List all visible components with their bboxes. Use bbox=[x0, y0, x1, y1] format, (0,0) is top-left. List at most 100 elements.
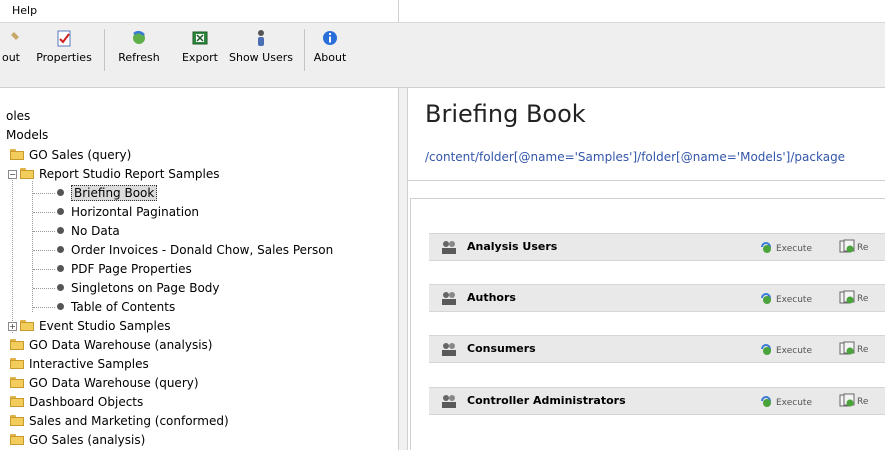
menu-help[interactable]: Help bbox=[12, 4, 37, 17]
folder-open-icon bbox=[20, 168, 35, 179]
tree-item-go-sales-analysis[interactable]: GO Sales (analysis) bbox=[10, 432, 145, 449]
tree-item-interactive-samples[interactable]: Interactive Samples bbox=[10, 356, 149, 373]
role-row[interactable]: Controller Administrators Execute Re bbox=[429, 387, 885, 415]
tree-label: PDF Page Properties bbox=[71, 262, 192, 276]
report-icon bbox=[839, 393, 855, 407]
tree-connector bbox=[12, 173, 13, 333]
folder-icon bbox=[10, 396, 25, 407]
tree-item-report[interactable]: Table of Contents bbox=[33, 299, 175, 316]
role-row[interactable]: Consumers Execute Re bbox=[429, 335, 885, 363]
refresh-icon bbox=[133, 31, 145, 44]
toolbar-partial-button[interactable]: out bbox=[0, 29, 26, 64]
collapse-icon[interactable]: − bbox=[8, 170, 17, 179]
tree-item-models[interactable]: Models bbox=[6, 127, 48, 144]
report-icon bbox=[839, 290, 855, 304]
role-row[interactable]: Authors Execute Re bbox=[429, 284, 885, 312]
execute-icon bbox=[761, 344, 771, 355]
tree-item-go-sales-query[interactable]: GO Sales (query) bbox=[10, 147, 131, 164]
tree-item-event-studio-samples[interactable]: + Event Studio Samples bbox=[8, 318, 170, 335]
report-icon bbox=[57, 265, 64, 272]
refresh-button[interactable]: Refresh bbox=[116, 29, 162, 64]
tree-connector bbox=[33, 307, 55, 308]
expand-icon[interactable]: + bbox=[8, 322, 17, 331]
report-icon bbox=[57, 189, 64, 196]
tree-item-go-data-warehouse-query[interactable]: GO Data Warehouse (query) bbox=[10, 375, 199, 392]
tree-label: Sales and Marketing (conformed) bbox=[29, 414, 229, 428]
tree-label: Order Invoices - Donald Chow, Sales Pers… bbox=[71, 243, 334, 257]
execute-label: Execute bbox=[776, 346, 812, 356]
package-tree: oles Models GO Sales (query) − Report Stu… bbox=[0, 88, 398, 450]
execute-label: Execute bbox=[776, 295, 812, 305]
tree-connector bbox=[33, 288, 55, 289]
tree-label: GO Sales (query) bbox=[29, 148, 132, 162]
report-link[interactable]: Re bbox=[839, 341, 868, 356]
tree-label: Singletons on Page Body bbox=[71, 281, 220, 295]
tree-item-report[interactable]: No Data bbox=[33, 223, 120, 240]
report-link[interactable]: Re bbox=[839, 290, 868, 305]
tree-item-go-data-warehouse-analysis[interactable]: GO Data Warehouse (analysis) bbox=[10, 337, 212, 354]
tree-label: Dashboard Objects bbox=[29, 395, 144, 409]
tree-item-dashboard-objects[interactable]: Dashboard Objects bbox=[10, 394, 143, 411]
tree-label: Report Studio Report Samples bbox=[39, 167, 220, 181]
report-link[interactable]: Re bbox=[839, 239, 868, 254]
pane-splitter[interactable] bbox=[398, 88, 408, 450]
users-icon bbox=[442, 292, 456, 305]
report-label: Re bbox=[857, 397, 869, 407]
users-icon bbox=[442, 343, 456, 356]
tree-item-report[interactable]: Briefing Book bbox=[33, 185, 158, 202]
user-icon bbox=[258, 30, 264, 46]
role-name: Consumers bbox=[467, 342, 536, 355]
properties-icon bbox=[57, 30, 71, 47]
properties-label: Properties bbox=[36, 51, 92, 64]
tree-item-report-studio-samples[interactable]: − Report Studio Report Samples bbox=[8, 166, 219, 183]
tree-label: GO Data Warehouse (query) bbox=[29, 376, 199, 390]
tree-label-selected: Briefing Book bbox=[71, 185, 158, 201]
menu-divider bbox=[398, 0, 399, 22]
toolbar-partial-label: out bbox=[1, 51, 20, 64]
layout-icon bbox=[11, 32, 19, 40]
tree-label: Table of Contents bbox=[71, 300, 176, 314]
tree-item-report[interactable]: Order Invoices - Donald Chow, Sales Pers… bbox=[33, 242, 333, 259]
tree-connector bbox=[33, 250, 55, 251]
users-icon bbox=[442, 241, 456, 254]
report-link[interactable]: Re bbox=[839, 393, 868, 408]
toolbar-divider bbox=[304, 29, 305, 71]
report-label: Re bbox=[857, 294, 869, 304]
execute-link[interactable]: Execute bbox=[759, 291, 812, 305]
properties-button[interactable]: Properties bbox=[32, 29, 96, 64]
execute-icon bbox=[761, 396, 771, 407]
folder-icon bbox=[10, 149, 25, 160]
about-button[interactable]: About bbox=[308, 29, 352, 64]
divider bbox=[408, 180, 885, 181]
tree-item-report[interactable]: PDF Page Properties bbox=[33, 261, 192, 278]
tree-connector bbox=[33, 269, 55, 270]
folder-icon bbox=[10, 377, 25, 388]
role-row[interactable]: Analysis Users Execute Re bbox=[429, 233, 885, 261]
execute-icon bbox=[761, 293, 771, 304]
refresh-label: Refresh bbox=[118, 51, 160, 64]
execute-link[interactable]: Execute bbox=[759, 342, 812, 356]
search-path: /content/folder[@name='Samples']/folder[… bbox=[425, 150, 846, 164]
tree-item-report[interactable]: Singletons on Page Body bbox=[33, 280, 220, 297]
tree-label: oles bbox=[6, 109, 31, 123]
page-title: Briefing Book bbox=[425, 100, 586, 128]
report-label: Re bbox=[857, 243, 869, 253]
tree-item-sales-marketing-conformed[interactable]: Sales and Marketing (conformed) bbox=[10, 413, 229, 430]
tree-label: No Data bbox=[71, 224, 120, 238]
folder-icon bbox=[10, 358, 25, 369]
tree-label: Models bbox=[6, 128, 49, 142]
execute-link[interactable]: Execute bbox=[759, 240, 812, 254]
report-label: Re bbox=[857, 345, 869, 355]
toolbar-divider bbox=[104, 29, 105, 71]
tree-item-report[interactable]: Horizontal Pagination bbox=[33, 204, 199, 221]
export-button[interactable]: Export bbox=[178, 29, 222, 64]
export-icon bbox=[192, 31, 208, 45]
tree-label: Interactive Samples bbox=[29, 357, 149, 371]
folder-icon bbox=[10, 434, 25, 445]
execute-link[interactable]: Execute bbox=[759, 394, 812, 408]
tree-item-samples[interactable]: oles bbox=[6, 108, 30, 125]
roles-panel: Analysis Users Execute Re Authors Execut… bbox=[410, 198, 885, 450]
tree-label: GO Data Warehouse (analysis) bbox=[29, 338, 213, 352]
show-users-button[interactable]: Show Users bbox=[226, 29, 296, 64]
execute-label: Execute bbox=[776, 398, 812, 408]
